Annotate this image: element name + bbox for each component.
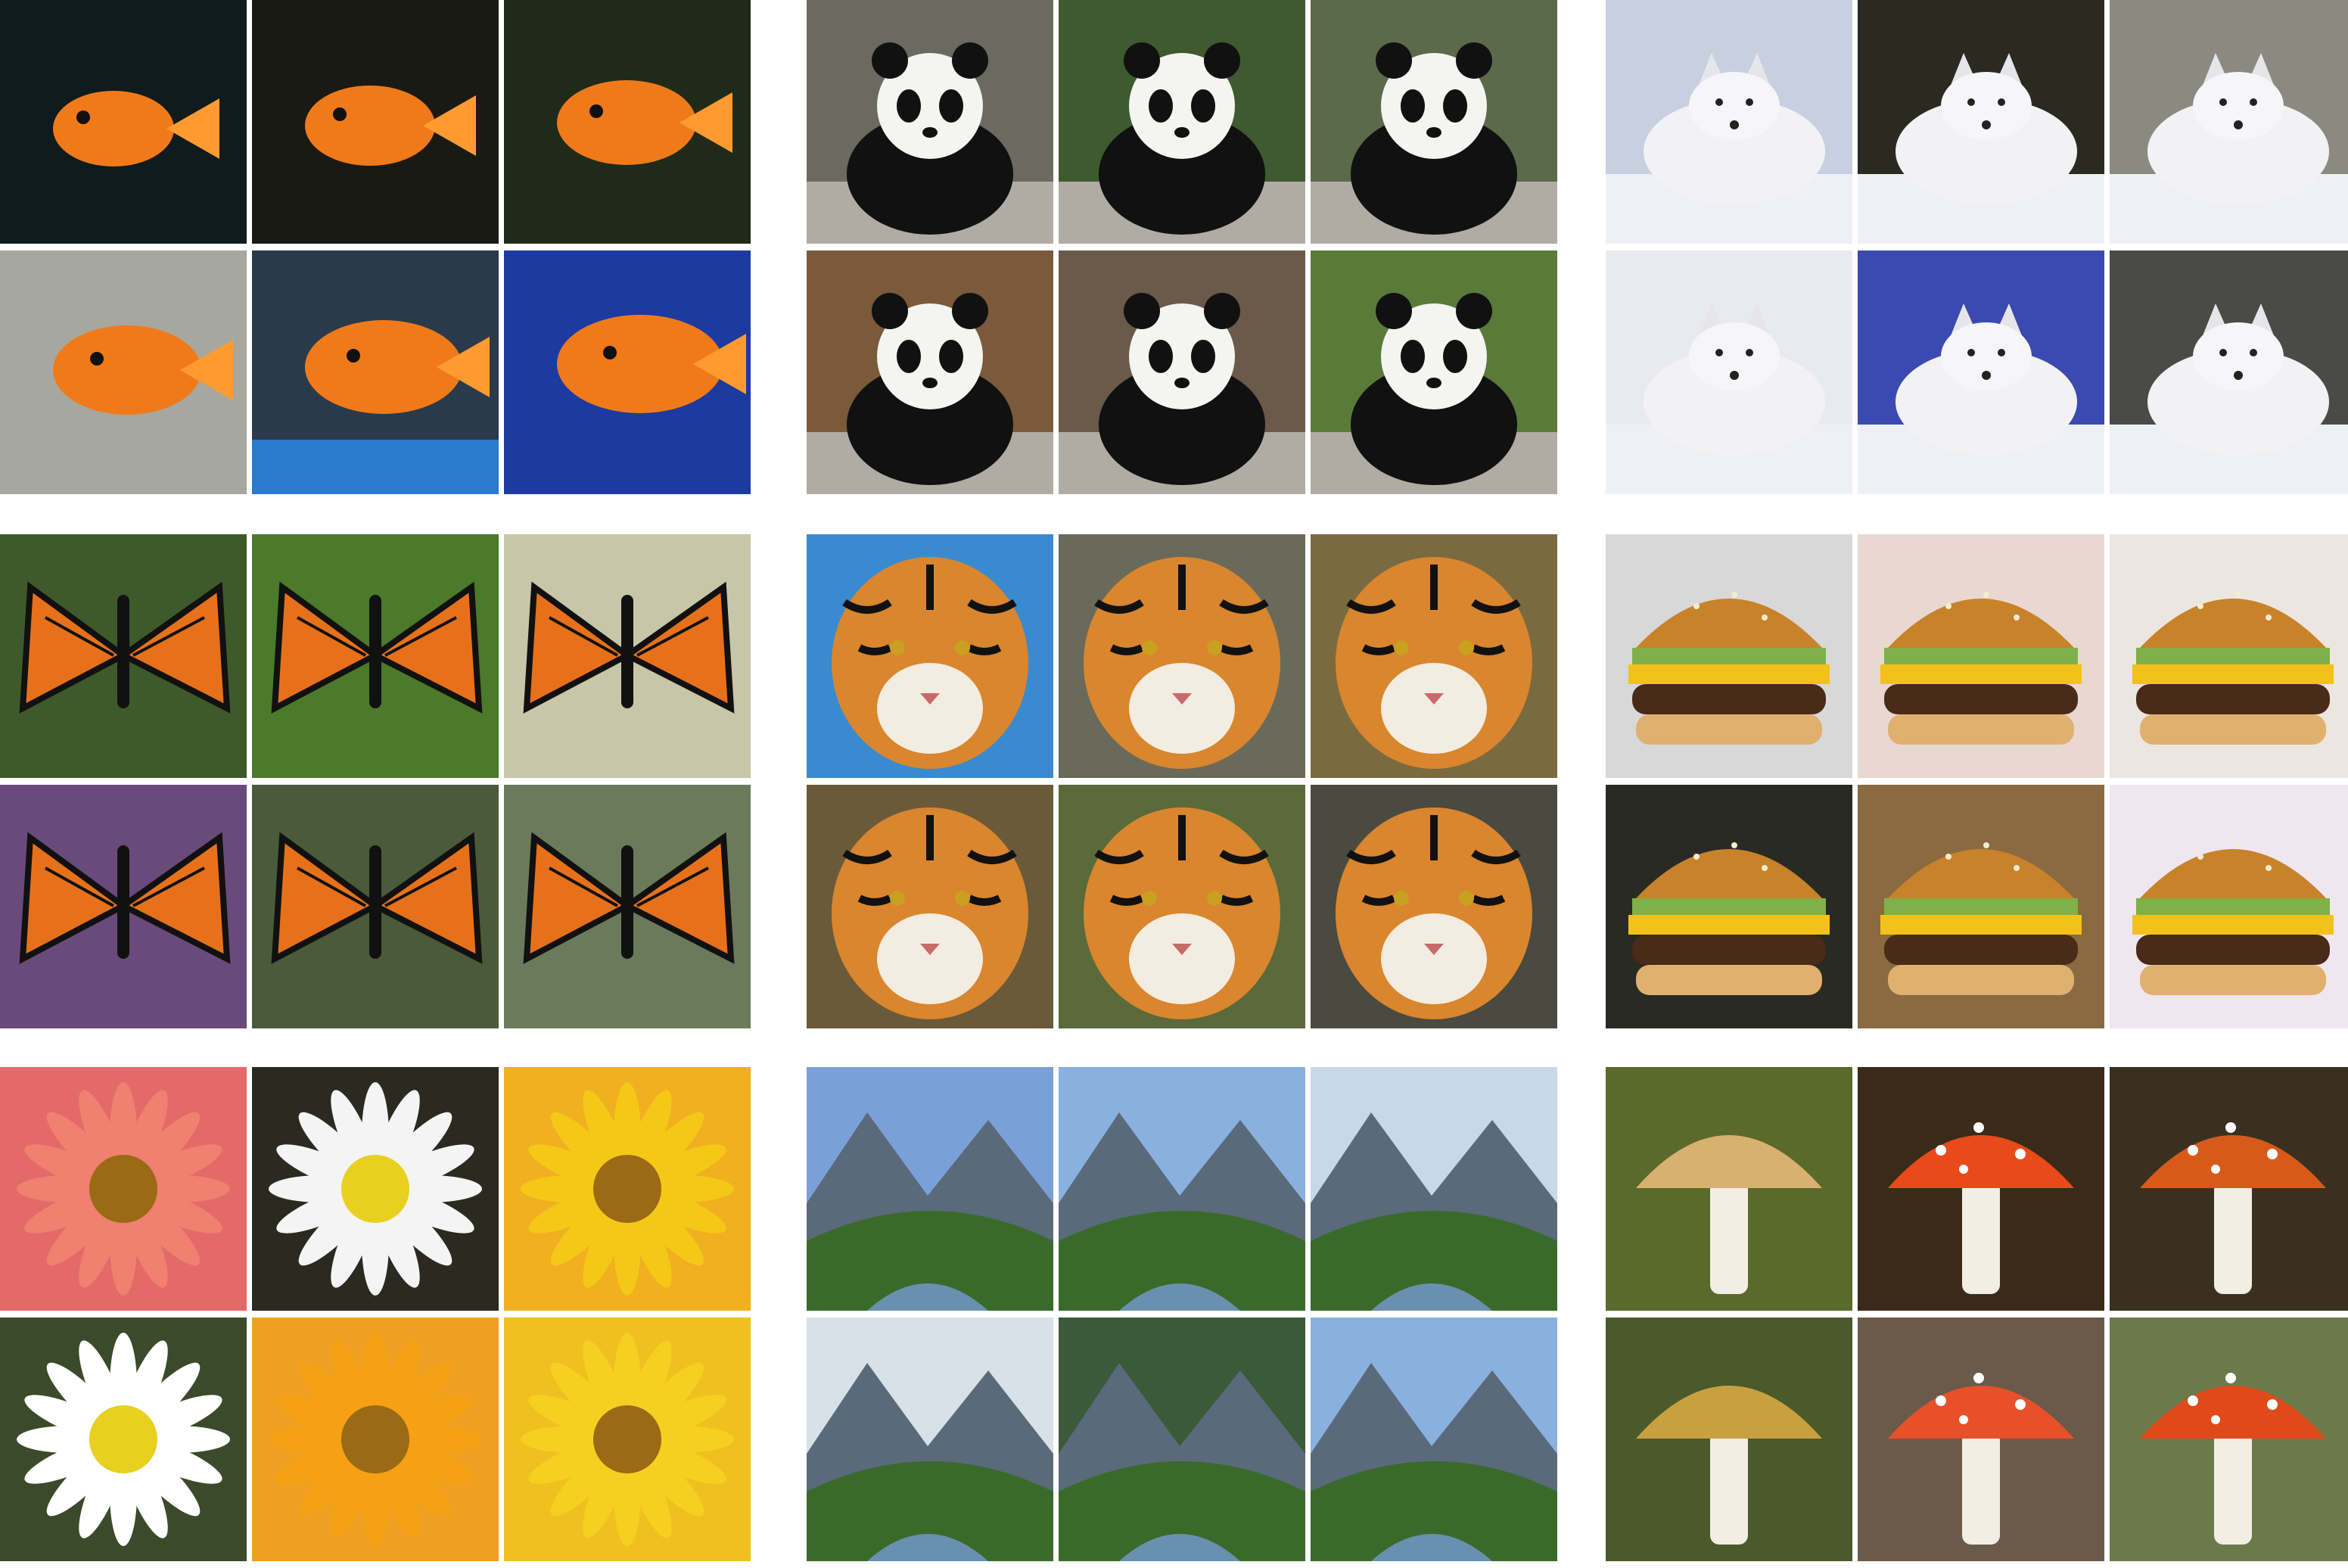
group-mushroom: [1606, 1067, 2348, 1568]
group-valley-landscape: [807, 1067, 1563, 1568]
goldfish-4-image: [0, 250, 247, 494]
flower-2-image: [252, 1067, 499, 1311]
panda-3-image: [1311, 0, 1557, 244]
tiger-3-image: [1311, 534, 1557, 778]
tiger-1-image: [807, 534, 1053, 778]
mushroom-2-image: [1858, 1067, 2104, 1311]
goldfish-6-image: [504, 250, 751, 494]
burger-3-image: [2110, 534, 2348, 778]
flower-1-image: [0, 1067, 247, 1311]
butterfly-3-image: [504, 534, 751, 778]
group-panda: [807, 0, 1563, 501]
valley-1-image: [807, 1067, 1053, 1311]
fox-5-image: [1858, 250, 2104, 494]
goldfish-1-image: [0, 0, 247, 244]
mushroom-3-image: [2110, 1067, 2348, 1311]
valley-3-image: [1311, 1067, 1557, 1311]
fox-6-image: [2110, 250, 2348, 494]
mushroom-1-image: [1606, 1067, 1852, 1311]
group-monarch-butterfly: [0, 534, 756, 1035]
valley-5-image: [1059, 1318, 1305, 1561]
panda-5-image: [1059, 250, 1305, 494]
tiger-4-image: [807, 785, 1053, 1028]
valley-2-image: [1059, 1067, 1305, 1311]
goldfish-2-image: [252, 0, 499, 244]
flower-5-image: [252, 1318, 499, 1561]
burger-5-image: [1858, 785, 2104, 1028]
tiger-6-image: [1311, 785, 1557, 1028]
valley-4-image: [807, 1318, 1053, 1561]
flower-4-image: [0, 1318, 247, 1561]
group-goldfish: [0, 0, 756, 501]
butterfly-2-image: [252, 534, 499, 778]
fox-3-image: [2110, 0, 2348, 244]
fox-1-image: [1606, 0, 1852, 244]
flower-6-image: [504, 1318, 751, 1561]
burger-6-image: [2110, 785, 2348, 1028]
butterfly-5-image: [252, 785, 499, 1028]
group-daisy-flower: [0, 1067, 756, 1568]
goldfish-3-image: [504, 0, 751, 244]
group-tiger: [807, 534, 1563, 1035]
tiger-5-image: [1059, 785, 1305, 1028]
goldfish-5-image: [252, 250, 499, 494]
burger-4-image: [1606, 785, 1852, 1028]
valley-6-image: [1311, 1318, 1557, 1561]
panda-2-image: [1059, 0, 1305, 244]
panda-6-image: [1311, 250, 1557, 494]
panda-1-image: [807, 0, 1053, 244]
butterfly-1-image: [0, 534, 247, 778]
burger-2-image: [1858, 534, 2104, 778]
butterfly-4-image: [0, 785, 247, 1028]
tiger-2-image: [1059, 534, 1305, 778]
mushroom-5-image: [1858, 1318, 2104, 1561]
group-arctic-fox: [1606, 0, 2348, 501]
fox-4-image: [1606, 250, 1852, 494]
mushroom-6-image: [2110, 1318, 2348, 1561]
mushroom-4-image: [1606, 1318, 1852, 1561]
butterfly-6-image: [504, 785, 751, 1028]
burger-1-image: [1606, 534, 1852, 778]
panda-4-image: [807, 250, 1053, 494]
flower-3-image: [504, 1067, 751, 1311]
fox-2-image: [1858, 0, 2104, 244]
group-cheeseburger: [1606, 534, 2348, 1035]
